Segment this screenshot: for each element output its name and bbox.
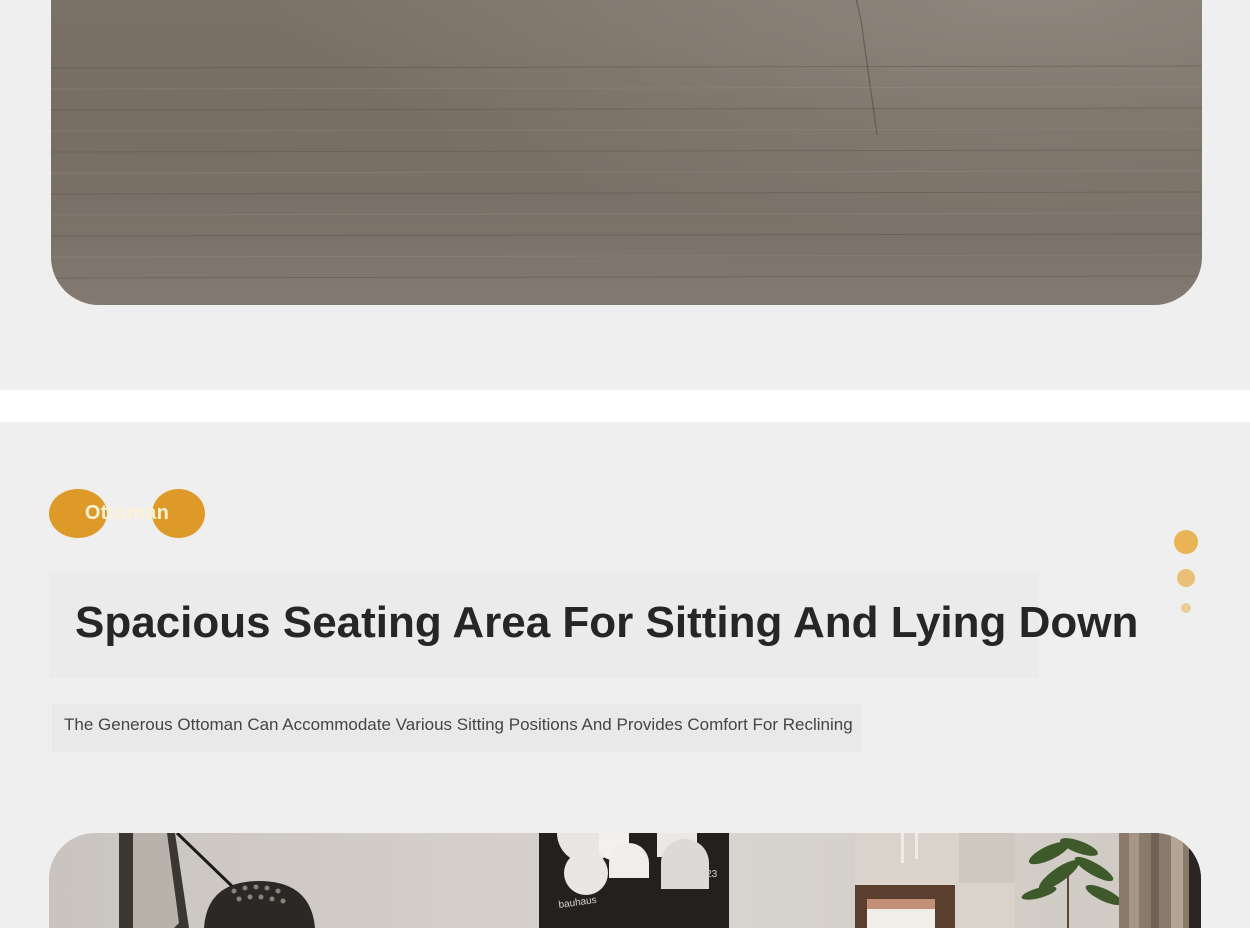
potted-plant [1021, 838, 1123, 928]
pagination-dot-3[interactable] [1181, 603, 1191, 613]
product-detail-page: Ottoman Spacious Seating Area For Sittin… [0, 0, 1250, 928]
feature-headline: Spacious Seating Area For Sitting And Ly… [75, 598, 1139, 647]
room-scene-graphic: bauhaus 1923 [119, 833, 1201, 928]
fabric-texture-image [51, 0, 1202, 305]
curtain [1119, 833, 1201, 928]
category-tag: Ottoman [49, 489, 205, 538]
pagination-dots [1173, 530, 1199, 616]
poster-year-text: 1923 [695, 869, 718, 880]
fabric-section [0, 0, 1250, 390]
pagination-dot-2[interactable] [1177, 569, 1195, 587]
fabric-texture-graphic [51, 0, 1202, 279]
feature-section: Ottoman Spacious Seating Area For Sittin… [0, 422, 1250, 928]
bauhaus-poster: bauhaus 1923 [539, 833, 729, 928]
pagination-dot-1[interactable] [1174, 530, 1198, 554]
storage-cabinet [855, 833, 1015, 928]
section-separator [0, 390, 1250, 422]
room-scene-image: bauhaus 1923 [49, 833, 1201, 928]
tag-label: Ottoman [84, 502, 170, 524]
feature-description: The Generous Ottoman Can Accommodate Var… [64, 715, 853, 734]
lamp-arm [175, 833, 239, 893]
lamp-shade [204, 881, 315, 928]
